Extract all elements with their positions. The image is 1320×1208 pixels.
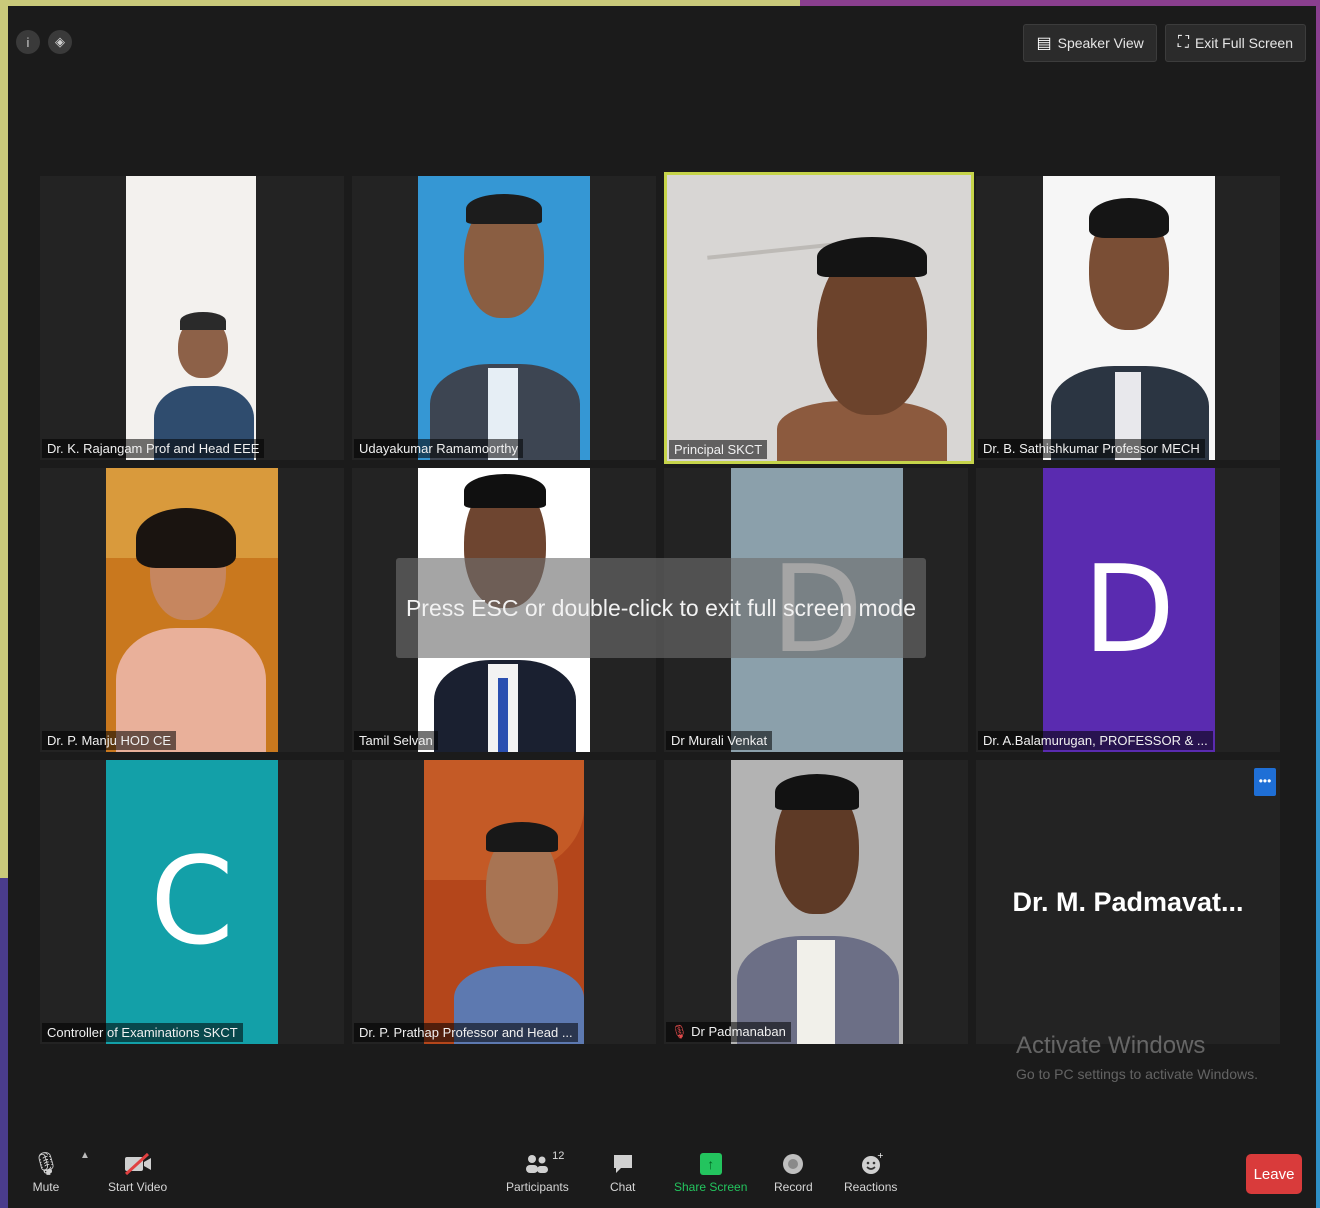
video-off-icon [123, 1148, 153, 1180]
activate-windows-watermark: Activate Windows Go to PC settings to ac… [1016, 1032, 1258, 1082]
video-tile[interactable]: 🎙 Dr Padmanaban [664, 760, 968, 1044]
mute-button[interactable]: 🎙 Mute [32, 1148, 60, 1194]
chat-button[interactable]: Chat [610, 1148, 635, 1194]
meeting-toolbar: 🎙 Mute ▲ Start Video 12 Participants Cha… [8, 1138, 1316, 1208]
top-right-controls: ▤ Speaker View ⛶ Exit Full Screen [1023, 24, 1306, 62]
avatar-initial: C [150, 832, 234, 972]
top-left-icons: i ◈ [16, 30, 72, 54]
watermark-title: Activate Windows [1016, 1032, 1206, 1059]
video-tile[interactable]: Dr. K. Rajangam Prof and Head EEE [40, 176, 344, 460]
start-video-button[interactable]: Start Video [108, 1148, 167, 1194]
reactions-label: Reactions [844, 1180, 898, 1194]
participant-name: 🎙 Dr Padmanaban [666, 1022, 791, 1042]
share-screen-button[interactable]: ↑ Share Screen [674, 1148, 747, 1194]
participant-avatar: D [1043, 468, 1215, 752]
participant-name: Dr. P. Prathap Professor and Head ... [354, 1023, 578, 1042]
participant-name: Dr. A.Balamurugan, PROFESSOR & ... [978, 731, 1213, 750]
participant-video [424, 760, 584, 1044]
audio-options-caret[interactable]: ▲ [80, 1150, 90, 1161]
participant-name: Dr. K. Rajangam Prof and Head EEE [42, 439, 265, 458]
speaker-view-button[interactable]: ▤ Speaker View [1023, 24, 1157, 62]
chat-icon [611, 1148, 635, 1180]
participant-video [1043, 176, 1215, 460]
full-screen-toast: Press ESC or double-click to exit full s… [396, 558, 926, 658]
video-tile[interactable]: Dr. M. Padmavat... ••• [976, 760, 1280, 1044]
speaker-view-icon: ▤ [1036, 35, 1052, 52]
participant-video [418, 176, 590, 460]
reactions-icon: + [859, 1148, 883, 1180]
participant-name: Controller of Examinations SKCT [42, 1023, 243, 1042]
participant-video [106, 468, 278, 752]
svg-text:+: + [877, 1152, 883, 1160]
reactions-button[interactable]: + Reactions [844, 1148, 897, 1194]
video-tile[interactable]: Dr. B. Sathishkumar Professor MECH [976, 176, 1280, 460]
avatar-initial: D [1082, 540, 1176, 680]
video-tile[interactable]: C Controller of Examinations SKCT [40, 760, 344, 1044]
participant-name: Dr. P. Manju HOD CE [42, 731, 177, 750]
more-options-button[interactable]: ••• [1254, 768, 1276, 796]
watermark-subtitle: Go to PC settings to activate Windows. [1016, 1066, 1258, 1082]
share-screen-label: Share Screen [674, 1180, 748, 1194]
muted-mic-icon: 🎙 [671, 1024, 688, 1039]
participant-name-text: Dr Padmanaban [691, 1024, 786, 1039]
microphone-icon: 🎙 [32, 1151, 60, 1176]
mute-label: Mute [32, 1180, 60, 1194]
participant-name: Principal SKCT [669, 440, 768, 459]
speaker-view-label: Speaker View [1057, 35, 1144, 51]
record-icon [781, 1148, 805, 1180]
share-screen-icon: ↑ [699, 1153, 722, 1175]
participants-button[interactable]: 12 Participants [506, 1148, 569, 1194]
exit-full-screen-label: Exit Full Screen [1194, 35, 1293, 51]
participant-video [126, 176, 256, 460]
participant-video [731, 760, 903, 1044]
shield-icon[interactable]: ◈ [48, 30, 72, 54]
leave-button[interactable]: Leave [1246, 1154, 1302, 1194]
participants-icon: 12 [524, 1148, 564, 1180]
participant-name: Dr. M. Padmavat... [1012, 886, 1244, 917]
start-video-label: Start Video [108, 1180, 168, 1194]
exit-full-screen-button[interactable]: ⛶ Exit Full Screen [1164, 24, 1306, 62]
participant-name: Udayakumar Ramamoorthy [354, 439, 523, 458]
participant-name: Tamil Selvan [354, 731, 438, 750]
exit-full-screen-icon: ⛶ [1177, 34, 1189, 51]
video-tile[interactable]: Udayakumar Ramamoorthy [352, 176, 656, 460]
meeting-window: i ◈ ▤ Speaker View ⛶ Exit Full Screen Dr… [8, 6, 1316, 1208]
participants-count: 12 [552, 1150, 565, 1162]
participants-label: Participants [506, 1180, 569, 1194]
participant-name: Dr Murali Venkat [666, 731, 773, 750]
participant-avatar: C [106, 760, 278, 1044]
record-label: Record [774, 1180, 813, 1194]
record-button[interactable]: Record [774, 1148, 813, 1194]
video-tile[interactable]: Dr. P. Prathap Professor and Head ... [352, 760, 656, 1044]
chat-label: Chat [610, 1180, 636, 1194]
video-tile-active-speaker[interactable]: Principal SKCT [664, 172, 974, 464]
info-icon[interactable]: i [16, 30, 40, 54]
video-tile[interactable]: Dr. P. Manju HOD CE [40, 468, 344, 752]
participant-name: Dr. B. Sathishkumar Professor MECH [978, 439, 1205, 458]
participant-video [667, 175, 971, 461]
video-tile[interactable]: D Dr. A.Balamurugan, PROFESSOR & ... [976, 468, 1280, 752]
